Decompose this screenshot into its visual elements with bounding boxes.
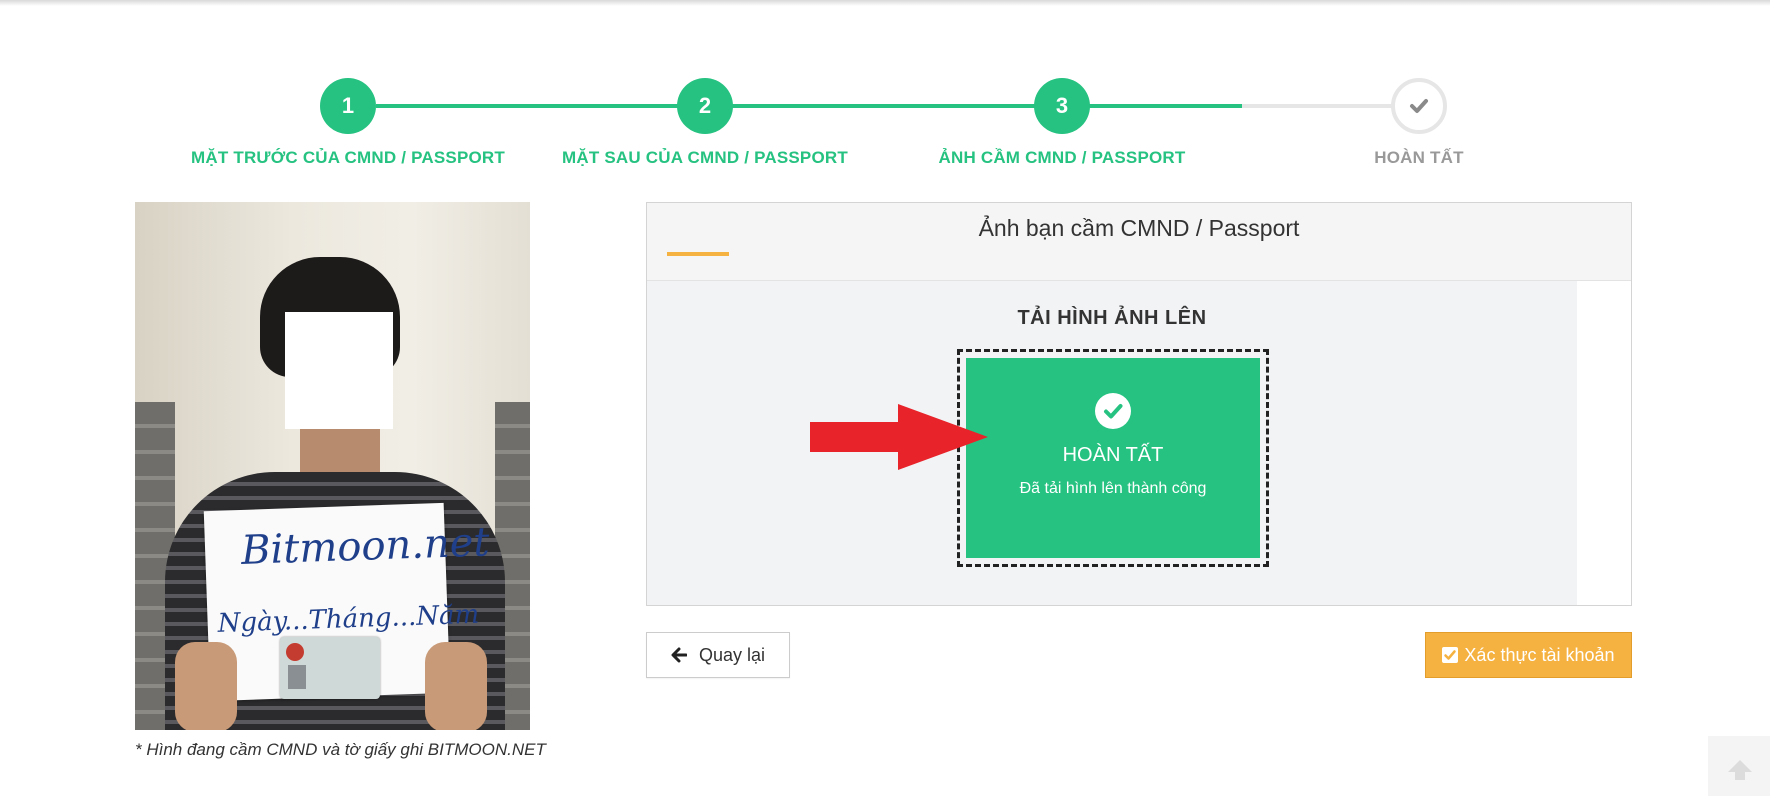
upload-panel: Ảnh bạn cầm CMND / Passport TẢI HÌNH ẢNH… [646,202,1632,606]
sample-photo: Bitmoon.net Ngày...Tháng...Năm [135,202,530,730]
step-1: 1 MẶT TRƯỚC CỦA CMND / PASSPORT [178,78,518,168]
photo-id-card [280,637,380,699]
upload-done-title: HOÀN TẤT [1062,444,1164,466]
face-redaction [285,312,393,429]
step-3-label: ẢNH CẦM CMND / PASSPORT [938,148,1186,167]
id-photo [288,665,306,689]
back-button[interactable]: Quay lại [646,632,790,678]
scroll-to-top-button[interactable] [1708,736,1770,796]
step-4: HOÀN TẤT [1249,78,1589,168]
back-button-label: Quay lại [698,644,766,665]
photo-hand-right [425,642,487,730]
verify-button-label: Xác thực tài khoản [1464,644,1615,665]
panel-header: Ảnh bạn cầm CMND / Passport [647,203,1631,281]
upload-done-subtitle: Đã tải hình lên thành công [1019,480,1207,497]
panel-title-underline [667,252,729,256]
success-check-icon [1095,393,1131,429]
upload-title: TẢI HÌNH ẢNH LÊN [1017,307,1207,329]
verify-account-button[interactable]: Xác thực tài khoản [1425,632,1632,678]
checkbox-checked-icon [1442,647,1459,663]
step-1-number: 1 [320,78,376,134]
arrow-up-icon [1728,760,1752,780]
panel-body: TẢI HÌNH ẢNH LÊN HOÀN TẤT Đã tải hình lê… [647,281,1577,605]
panel-title: Ảnh bạn cầm CMND / Passport [978,215,1300,241]
paper-text-site: Bitmoon.net [240,519,491,574]
arrow-left-icon [671,647,687,663]
step-1-label: MẶT TRƯỚC CỦA CMND / PASSPORT [191,148,505,167]
paper-text-date: Ngày...Tháng...Năm [217,599,480,639]
step-4-label: HOÀN TẤT [1374,148,1464,167]
step-2: 2 MẶT SAU CỦA CMND / PASSPORT [535,78,875,168]
sample-caption: * Hình đang cầm CMND và tờ giấy ghi BITM… [135,740,546,759]
upload-dropzone[interactable]: HOÀN TẤT Đã tải hình lên thành công [957,349,1269,567]
red-arrow-icon [810,404,988,470]
photo-hand-left [175,642,237,730]
check-icon [1410,99,1428,113]
step-3-number: 3 [1034,78,1090,134]
step-3: 3 ẢNH CẦM CMND / PASSPORT [892,78,1232,168]
top-shadow [0,0,1770,6]
progress-stepper: 1 MẶT TRƯỚC CỦA CMND / PASSPORT 2 MẶT SA… [0,70,1770,170]
step-2-number: 2 [677,78,733,134]
step-2-label: MẶT SAU CỦA CMND / PASSPORT [562,148,848,167]
upload-success-box[interactable]: HOÀN TẤT Đã tải hình lên thành công [966,358,1260,558]
step-4-circle [1391,78,1447,134]
id-seal [286,643,304,661]
